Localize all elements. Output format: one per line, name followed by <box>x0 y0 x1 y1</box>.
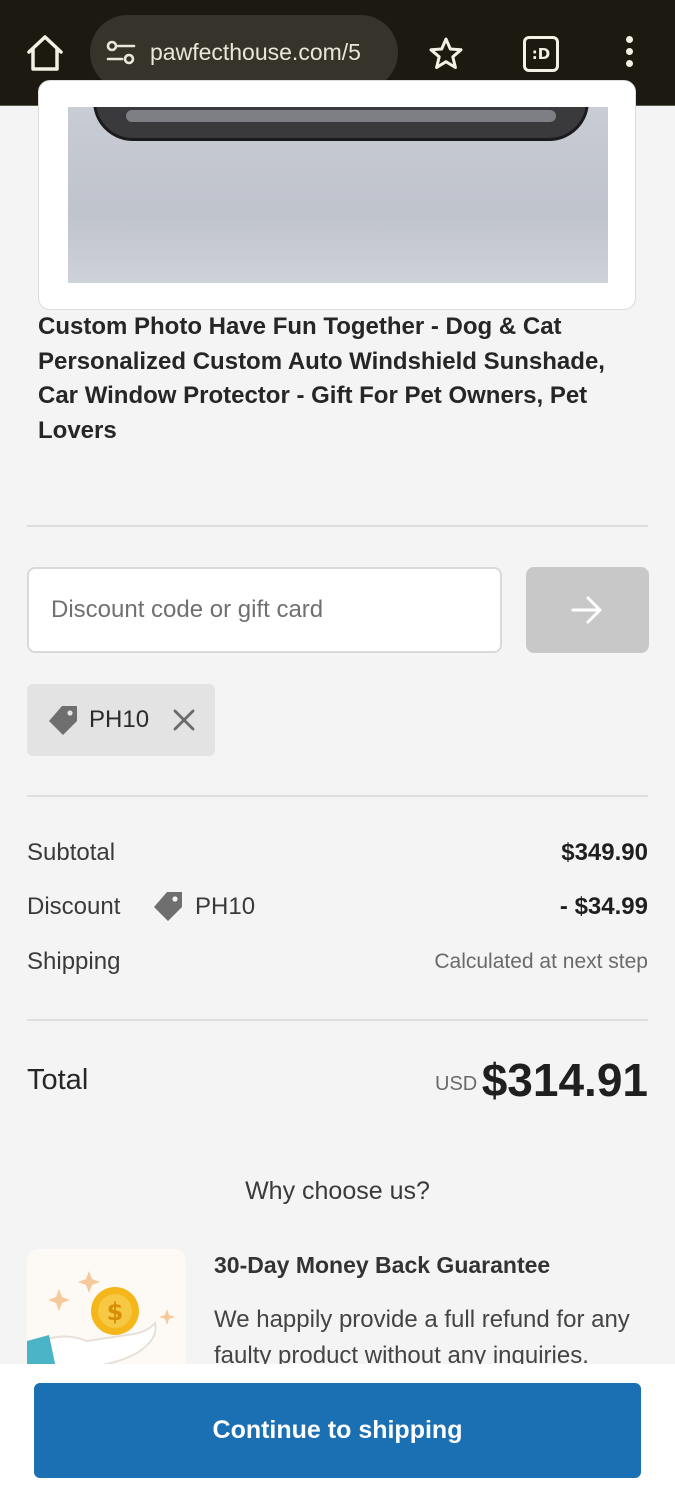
tag-icon <box>49 706 77 735</box>
feature-title: 30-Day Money Back Guarantee <box>214 1252 551 1278</box>
shipping-row: Shipping Calculated at next step <box>27 942 648 982</box>
total-label: Total <box>27 1064 89 1096</box>
url-text[interactable]: pawfecthouse.com/5 <box>150 15 390 90</box>
discount-code-label: PH10 <box>195 893 256 920</box>
discount-row: Discount PH10 - $34.99 <box>27 887 648 927</box>
more-menu-icon[interactable] <box>622 36 636 70</box>
subtotal-row: Subtotal $349.90 <box>27 833 648 873</box>
currency-label: USD <box>435 1073 478 1095</box>
bookmark-star-icon[interactable] <box>428 36 464 72</box>
discount-label: Discount <box>27 893 121 920</box>
svg-text:$: $ <box>107 1298 124 1326</box>
divider <box>27 1019 648 1021</box>
why-choose-us-heading: Why choose us? <box>245 1177 430 1205</box>
shipping-value: Calculated at next step <box>434 950 648 973</box>
subtotal-value: $349.90 <box>561 839 648 866</box>
divider <box>27 525 648 527</box>
remove-code-close-icon[interactable] <box>172 708 196 732</box>
product-title: Custom Photo Have Fun Together - Dog & C… <box>38 313 605 444</box>
product-photo <box>68 107 608 283</box>
discount-code-input[interactable]: Discount code or gift card <box>27 567 502 653</box>
home-icon[interactable] <box>24 32 66 74</box>
arrow-right-icon <box>571 596 602 624</box>
address-bar[interactable]: pawfecthouse.com/5 <box>90 15 398 90</box>
continue-to-shipping-button[interactable]: Continue to shipping <box>34 1383 641 1478</box>
shipping-label: Shipping <box>27 948 121 975</box>
applied-code-label: PH10 <box>89 706 150 733</box>
subtotal-label: Subtotal <box>27 839 116 866</box>
tab-switcher-button[interactable]: :D <box>523 36 559 72</box>
divider <box>27 795 648 797</box>
discount-value: - $34.99 <box>559 893 648 920</box>
tag-icon <box>154 892 182 921</box>
apply-discount-button[interactable] <box>526 567 649 653</box>
site-settings-icon[interactable] <box>106 40 136 66</box>
applied-discount-chip: PH10 <box>27 684 215 756</box>
checkout-footer: Continue to shipping <box>0 1364 675 1500</box>
total-amount: $314.91 <box>481 1054 648 1106</box>
product-image-card <box>38 80 636 310</box>
